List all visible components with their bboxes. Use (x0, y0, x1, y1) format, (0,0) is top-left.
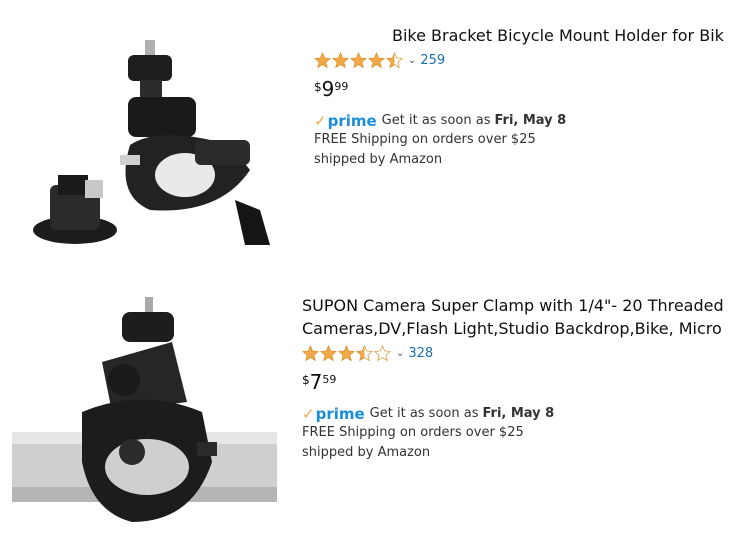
product-details: SUPON Camera Super Clamp with 1/4"- 20 T… (302, 294, 724, 463)
star-rating[interactable] (314, 51, 404, 69)
product-image-bike-mount[interactable] (20, 35, 290, 265)
delivery-date: Fri, May 8 (482, 406, 555, 421)
chevron-down-icon[interactable]: ⌄ (396, 348, 404, 359)
review-count-link[interactable]: 328 (408, 346, 433, 361)
product-image-super-clamp[interactable] (12, 292, 277, 527)
star-icon (368, 51, 385, 68)
review-count-link[interactable]: 259 (420, 53, 445, 68)
price-fraction: 59 (322, 373, 337, 386)
delivery-text: Get it as soon as (369, 406, 479, 421)
shipping-info: FREE Shipping on orders over $25 (314, 132, 536, 147)
price[interactable]: $ 9 99 (314, 78, 724, 104)
prime-logo: ✓ prime (302, 405, 365, 423)
prime-delivery: ✓ prime Get it as soon as Fri, May 8 (302, 405, 724, 423)
product-title[interactable]: Bike Bracket Bicycle Mount Holder for Bi… (314, 24, 724, 47)
star-empty-icon (374, 344, 391, 361)
shipped-by: shipped by Amazon (314, 152, 443, 167)
shipped-by: shipped by Amazon (302, 445, 431, 460)
chevron-down-icon[interactable]: ⌄ (408, 55, 416, 66)
product-card: SUPON Camera Super Clamp with 1/4"- 20 T… (0, 280, 735, 559)
rating-row[interactable]: ⌄ 259 (314, 50, 724, 70)
delivery-text: Get it as soon as (381, 113, 491, 128)
prime-delivery: ✓ prime Get it as soon as Fri, May 8 (314, 112, 724, 130)
price-fraction: 99 (334, 80, 349, 93)
star-icon (302, 344, 319, 361)
delivery-date: Fri, May 8 (494, 113, 567, 128)
price-symbol: $ (314, 80, 322, 94)
star-half-icon (386, 51, 403, 68)
prime-check-icon: ✓ (302, 405, 315, 423)
star-icon (320, 344, 337, 361)
star-rating[interactable] (302, 344, 392, 362)
shipping-info: FREE Shipping on orders over $25 (302, 425, 524, 440)
product-card: Bike Bracket Bicycle Mount Holder for Bi… (0, 0, 735, 280)
prime-logo: ✓ prime (314, 112, 377, 130)
rating-row[interactable]: ⌄ 328 (302, 343, 724, 363)
prime-check-icon: ✓ (314, 112, 327, 130)
price-whole: 9 (321, 77, 335, 101)
price-symbol: $ (302, 373, 310, 387)
star-half-icon (356, 344, 373, 361)
price-whole: 7 (309, 370, 323, 394)
star-icon (338, 344, 355, 361)
star-icon (350, 51, 367, 68)
star-icon (332, 51, 349, 68)
product-details: Bike Bracket Bicycle Mount Holder for Bi… (314, 24, 724, 170)
star-icon (314, 51, 331, 68)
product-title-line[interactable]: Cameras,DV,Flash Light,Studio Backdrop,B… (302, 317, 724, 340)
price[interactable]: $ 7 59 (302, 371, 724, 397)
product-title-line[interactable]: SUPON Camera Super Clamp with 1/4"- 20 T… (302, 294, 724, 317)
